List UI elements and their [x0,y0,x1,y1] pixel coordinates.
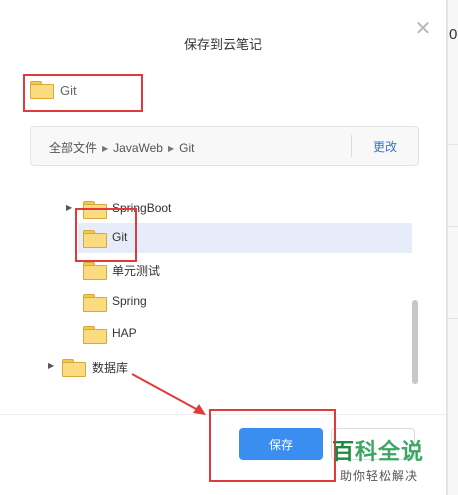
change-path-link[interactable]: 更改 [373,138,397,155]
highlight-box [75,208,137,262]
tree-item-label: 单元测试 [112,264,161,278]
annotation-arrow [131,373,206,415]
watermark-logo: 百科全说 [332,439,425,464]
tree-item-database[interactable]: ▶ 数据库 [46,352,412,382]
expand-arrow-icon[interactable]: ▶ [48,361,54,370]
tree-item-label: HAP [112,326,137,340]
breadcrumb-item[interactable]: Git [179,141,194,155]
tree-item-spring[interactable]: Spring [78,287,412,317]
background-page-edge [447,0,458,495]
breadcrumb-item[interactable]: 全部文件 [49,141,97,155]
background-divider [448,318,458,319]
folder-icon [83,326,107,344]
expand-arrow-icon[interactable]: ▶ [66,203,72,212]
breadcrumb-separator-icon: ▶ [167,144,175,153]
breadcrumb-item[interactable]: JavaWeb [113,141,163,155]
tree-item-label: Spring [112,294,147,308]
background-divider [448,144,458,145]
background-edge-text: 0 [449,26,458,43]
background-divider [448,226,458,227]
tree-item-hap[interactable]: HAP [78,319,412,349]
folder-icon [83,262,107,280]
folder-icon [83,294,107,312]
highlight-box [209,409,336,482]
watermark-slogan: 助你轻松解决 [340,469,419,483]
divider [351,135,352,157]
dialog-title: 保存到云笔记 [183,37,262,52]
scrollbar-thumb[interactable] [412,300,418,384]
breadcrumb: 全部文件 ▶ JavaWeb ▶ Git [49,139,194,156]
path-bar: 全部文件 ▶ JavaWeb ▶ Git 更改 [30,126,419,166]
breadcrumb-separator-icon: ▶ [102,144,109,153]
folder-icon [62,359,86,377]
tree-scrollbar[interactable] [412,188,418,388]
tree-item-label: 数据库 [92,361,129,375]
highlight-box [23,74,143,112]
